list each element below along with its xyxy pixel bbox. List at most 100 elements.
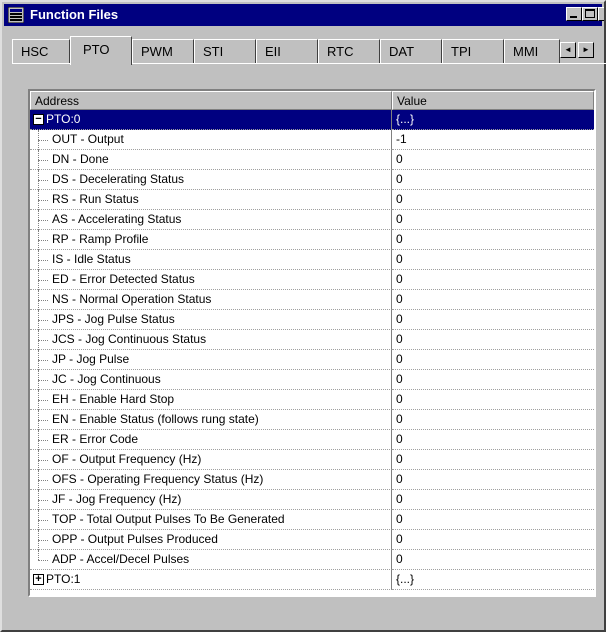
value-cell[interactable]: -1 bbox=[392, 130, 594, 150]
value-cell[interactable]: 0 bbox=[392, 230, 594, 250]
address-cell[interactable]: ADP - Accel/Decel Pulses bbox=[30, 550, 392, 570]
value-cell[interactable]: 0 bbox=[392, 310, 594, 330]
table-row[interactable]: AS - Accelerating Status 0 bbox=[30, 210, 594, 230]
tab-pto[interactable]: PTO bbox=[70, 36, 132, 65]
value-cell[interactable]: 0 bbox=[392, 390, 594, 410]
tab-scroll-left-button[interactable]: ◄ bbox=[560, 42, 576, 58]
table-row[interactable]: RS - Run Status 0 bbox=[30, 190, 594, 210]
address-cell[interactable]: JC - Jog Continuous bbox=[30, 370, 392, 390]
table-row[interactable]: JP - Jog Pulse 0 bbox=[30, 350, 594, 370]
value-cell[interactable]: 0 bbox=[392, 350, 594, 370]
address-cell[interactable]: EH - Enable Hard Stop bbox=[30, 390, 392, 410]
table-row[interactable]: OPP - Output Pulses Produced 0 bbox=[30, 530, 594, 550]
table-row[interactable]: ED - Error Detected Status 0 bbox=[30, 270, 594, 290]
address-cell[interactable]: JF - Jog Frequency (Hz) bbox=[30, 490, 392, 510]
value-cell[interactable]: 0 bbox=[392, 370, 594, 390]
close-button[interactable] bbox=[598, 7, 604, 21]
value-cell[interactable]: 0 bbox=[392, 170, 594, 190]
address-cell[interactable]: RP - Ramp Profile bbox=[30, 230, 392, 250]
table-row[interactable]: OF - Output Frequency (Hz) 0 bbox=[30, 450, 594, 470]
address-cell[interactable]: DS - Decelerating Status bbox=[30, 170, 392, 190]
tab-dat[interactable]: DAT bbox=[380, 39, 442, 63]
value-cell[interactable]: 0 bbox=[392, 550, 594, 570]
value-cell[interactable]: 0 bbox=[392, 510, 594, 530]
tab-pwm[interactable]: PWM bbox=[132, 39, 194, 63]
minimize-button[interactable] bbox=[566, 7, 582, 21]
tree-branch bbox=[38, 260, 48, 261]
tree-branch bbox=[38, 220, 48, 221]
address-cell[interactable]: OFS - Operating Frequency Status (Hz) bbox=[30, 470, 392, 490]
table-row[interactable]: NS - Normal Operation Status 0 bbox=[30, 290, 594, 310]
address-cell[interactable]: AS - Accelerating Status bbox=[30, 210, 392, 230]
value-cell[interactable]: 0 bbox=[392, 490, 594, 510]
tree-group-row[interactable]: + PTO:1 {...} bbox=[30, 570, 594, 590]
tab-sti[interactable]: STI bbox=[194, 39, 256, 63]
value-cell[interactable]: 0 bbox=[392, 190, 594, 210]
value-cell[interactable]: 0 bbox=[392, 270, 594, 290]
value-cell[interactable]: 0 bbox=[392, 210, 594, 230]
value-cell[interactable]: 0 bbox=[392, 430, 594, 450]
address-cell[interactable]: NS - Normal Operation Status bbox=[30, 290, 392, 310]
table-row[interactable]: ADP - Accel/Decel Pulses 0 bbox=[30, 550, 594, 570]
address-label: ER - Error Code bbox=[52, 432, 139, 446]
tab-eii[interactable]: EII bbox=[256, 39, 318, 63]
table-row[interactable]: JF - Jog Frequency (Hz) 0 bbox=[30, 490, 594, 510]
tree-line bbox=[38, 550, 40, 560]
value-cell[interactable]: 0 bbox=[392, 150, 594, 170]
tree-group-row[interactable]: − PTO:0 {...} bbox=[30, 110, 594, 130]
value-cell[interactable]: 0 bbox=[392, 330, 594, 350]
table-row[interactable]: JCS - Jog Continuous Status 0 bbox=[30, 330, 594, 350]
value-cell[interactable]: 0 bbox=[392, 410, 594, 430]
table-row[interactable]: IS - Idle Status 0 bbox=[30, 250, 594, 270]
value-cell[interactable]: 0 bbox=[392, 530, 594, 550]
table-row[interactable]: DS - Decelerating Status 0 bbox=[30, 170, 594, 190]
address-cell[interactable]: JPS - Jog Pulse Status bbox=[30, 310, 392, 330]
address-cell[interactable]: RS - Run Status bbox=[30, 190, 392, 210]
maximize-button[interactable] bbox=[582, 7, 598, 21]
tree-branch bbox=[38, 420, 48, 421]
address-cell[interactable]: TOP - Total Output Pulses To Be Generate… bbox=[30, 510, 392, 530]
value-cell[interactable]: 0 bbox=[392, 290, 594, 310]
address-cell[interactable]: − PTO:0 bbox=[30, 110, 392, 130]
value-cell[interactable]: 0 bbox=[392, 450, 594, 470]
tab-scroll-right-button[interactable]: ► bbox=[578, 42, 594, 58]
property-grid[interactable]: Address Value − PTO:0 {...} OUT - Output -1 D… bbox=[28, 89, 596, 597]
table-row[interactable]: JC - Jog Continuous 0 bbox=[30, 370, 594, 390]
value-cell[interactable]: {...} bbox=[392, 570, 594, 590]
tree-branch bbox=[38, 140, 48, 141]
expand-icon[interactable]: + bbox=[33, 574, 44, 585]
address-cell[interactable]: + PTO:1 bbox=[30, 570, 392, 590]
collapse-icon[interactable]: − bbox=[33, 114, 44, 125]
tab-tpi[interactable]: TPI bbox=[442, 39, 504, 63]
address-cell[interactable]: JCS - Jog Continuous Status bbox=[30, 330, 392, 350]
address-cell[interactable]: ED - Error Detected Status bbox=[30, 270, 392, 290]
table-row[interactable]: TOP - Total Output Pulses To Be Generate… bbox=[30, 510, 594, 530]
value-cell[interactable]: 0 bbox=[392, 470, 594, 490]
tab-mmi[interactable]: MMI bbox=[504, 39, 560, 63]
address-cell[interactable]: OUT - Output bbox=[30, 130, 392, 150]
address-column-header[interactable]: Address bbox=[30, 91, 392, 110]
address-cell[interactable]: DN - Done bbox=[30, 150, 392, 170]
table-row[interactable]: EH - Enable Hard Stop 0 bbox=[30, 390, 594, 410]
table-row[interactable]: OUT - Output -1 bbox=[30, 130, 594, 150]
value-column-header[interactable]: Value bbox=[392, 91, 594, 110]
table-row[interactable]: EN - Enable Status (follows rung state) 0 bbox=[30, 410, 594, 430]
table-row[interactable]: DN - Done 0 bbox=[30, 150, 594, 170]
table-row[interactable]: ER - Error Code 0 bbox=[30, 430, 594, 450]
table-row[interactable]: JPS - Jog Pulse Status 0 bbox=[30, 310, 594, 330]
tab-hsc[interactable]: HSC bbox=[12, 39, 70, 63]
address-cell[interactable]: OPP - Output Pulses Produced bbox=[30, 530, 392, 550]
value-cell[interactable]: 0 bbox=[392, 250, 594, 270]
table-row[interactable]: RP - Ramp Profile 0 bbox=[30, 230, 594, 250]
address-cell[interactable]: IS - Idle Status bbox=[30, 250, 392, 270]
address-cell[interactable]: OF - Output Frequency (Hz) bbox=[30, 450, 392, 470]
address-cell[interactable]: EN - Enable Status (follows rung state) bbox=[30, 410, 392, 430]
tab-rtc[interactable]: RTC bbox=[318, 39, 380, 63]
address-cell[interactable]: ER - Error Code bbox=[30, 430, 392, 450]
address-cell[interactable]: JP - Jog Pulse bbox=[30, 350, 392, 370]
value-cell[interactable]: {...} bbox=[392, 110, 594, 130]
tree-branch bbox=[38, 300, 48, 301]
table-row[interactable]: OFS - Operating Frequency Status (Hz) 0 bbox=[30, 470, 594, 490]
tab-sti-label: STI bbox=[203, 44, 224, 59]
title-bar[interactable]: Function Files bbox=[4, 4, 604, 26]
